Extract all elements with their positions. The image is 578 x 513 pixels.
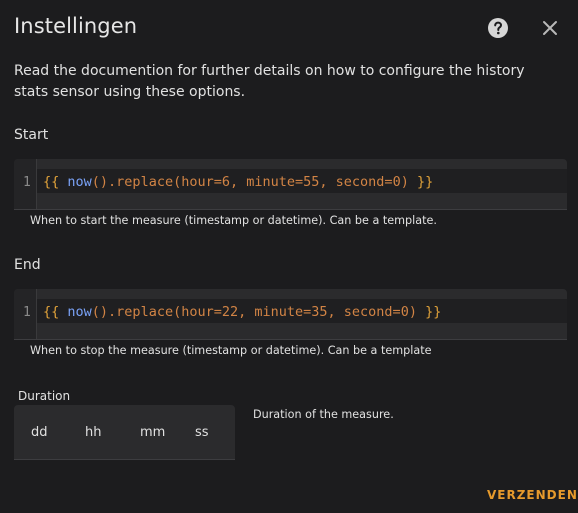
duration-hours-field[interactable]: hh: [85, 425, 101, 440]
submit-button[interactable]: VERZENDEN: [487, 488, 578, 502]
settings-dialog: Instellingen Read the documention for fu…: [0, 0, 578, 513]
duration-input: dd hh mm ss: [14, 405, 235, 460]
end-template-editor[interactable]: 1 {{ now().replace(hour=22, minute=35, s…: [14, 289, 567, 340]
start-label: Start: [14, 127, 49, 143]
end-label: End: [14, 257, 41, 273]
dialog-title: Instellingen: [14, 14, 138, 38]
line-gutter: 1: [14, 289, 37, 340]
line-gutter: 1: [14, 159, 37, 210]
duration-label: Duration: [18, 389, 71, 403]
code-line[interactable]: {{ now().replace(hour=22, minute=35, sec…: [37, 299, 567, 323]
duration-days-field[interactable]: dd: [31, 425, 48, 440]
end-helper-text: When to stop the measure (timestamp or d…: [30, 344, 432, 357]
duration-minutes-field[interactable]: mm: [140, 425, 165, 440]
help-icon[interactable]: [487, 17, 509, 39]
start-template-editor[interactable]: 1 {{ now().replace(hour=6, minute=55, se…: [14, 159, 567, 210]
duration-seconds-field[interactable]: ss: [195, 425, 209, 440]
end-template-code: {{ now().replace(hour=22, minute=35, sec…: [43, 304, 442, 320]
duration-helper-text: Duration of the measure.: [253, 408, 394, 421]
start-helper-text: When to start the measure (timestamp or …: [30, 214, 437, 227]
line-number: 1: [23, 305, 31, 320]
start-template-code: {{ now().replace(hour=6, minute=55, seco…: [43, 174, 434, 190]
duration-underline: [14, 459, 235, 460]
dialog-description: Read the documention for further details…: [14, 63, 525, 100]
close-icon[interactable]: [540, 18, 560, 38]
line-number: 1: [23, 175, 31, 190]
editor-underline: [14, 339, 567, 340]
editor-underline: [14, 209, 567, 210]
code-line[interactable]: {{ now().replace(hour=6, minute=55, seco…: [37, 169, 567, 193]
